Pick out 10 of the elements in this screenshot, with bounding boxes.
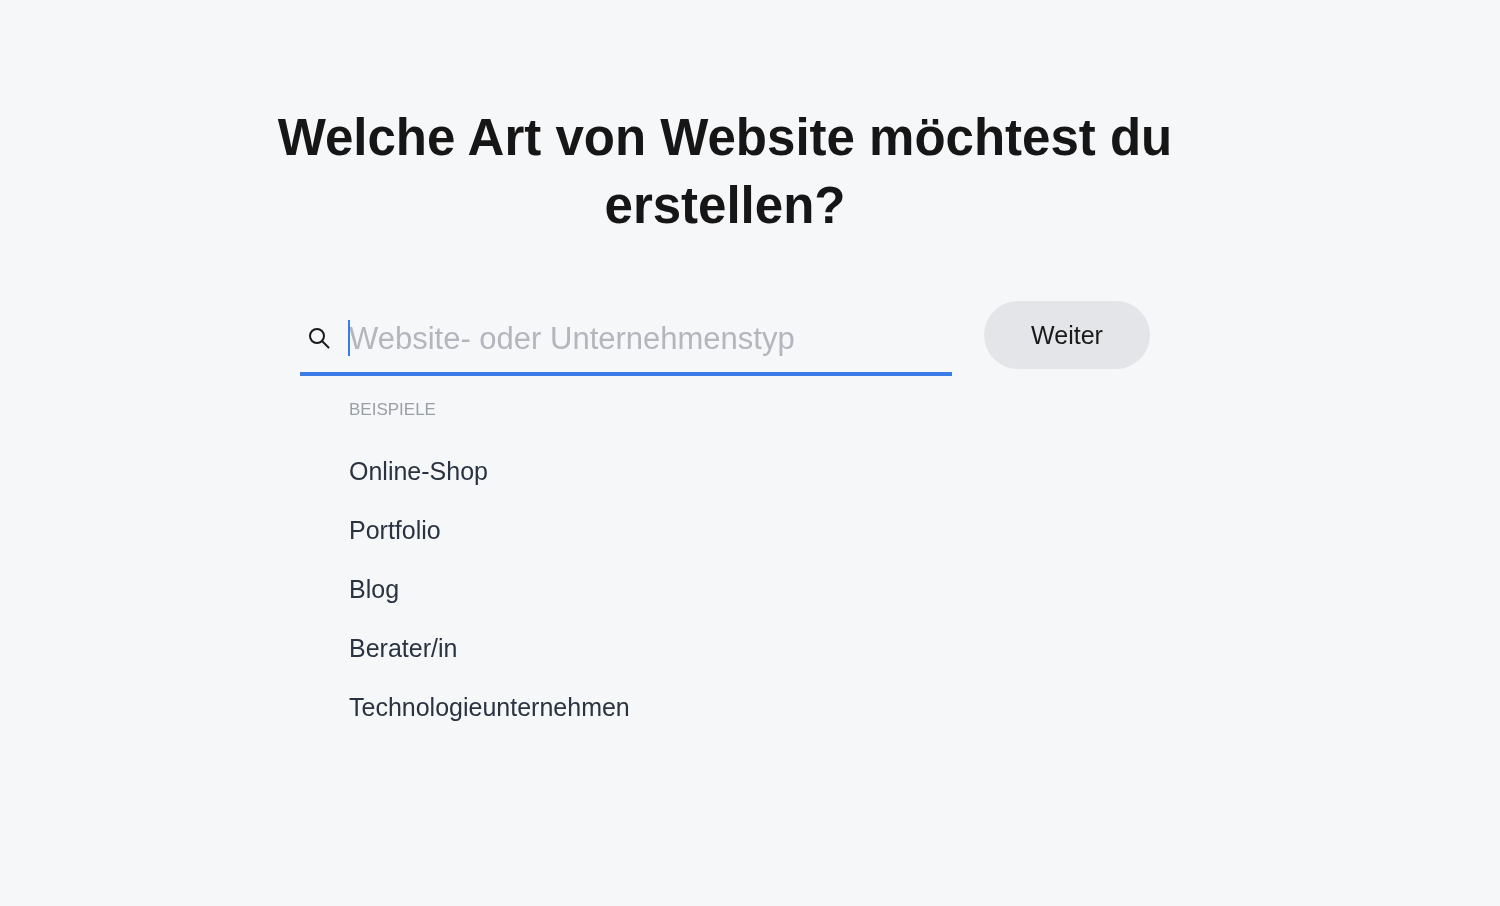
example-link[interactable]: Blog: [349, 574, 400, 604]
example-link[interactable]: Technologieunternehmen: [349, 692, 630, 722]
examples-label: BEISPIELE: [349, 400, 436, 420]
example-link[interactable]: Portfolio: [349, 515, 441, 545]
example-link[interactable]: Online-Shop: [349, 456, 488, 486]
search-icon: [307, 326, 331, 350]
example-link[interactable]: Berater/in: [349, 633, 458, 663]
page-heading: Welche Art von Website möchtest du erstellen?: [276, 108, 1174, 236]
search-field[interactable]: Website- oder Unternehmenstyp: [300, 314, 952, 376]
continue-button[interactable]: Weiter: [984, 301, 1150, 369]
